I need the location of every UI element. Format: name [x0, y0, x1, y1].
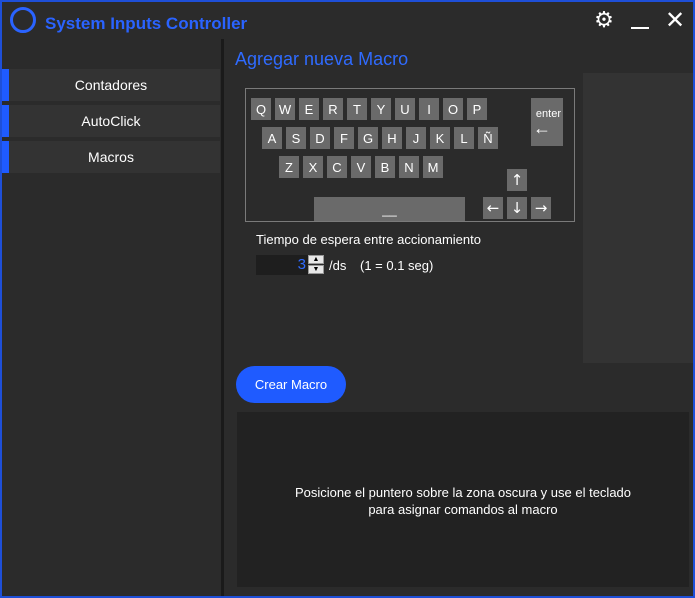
key-x[interactable]: X [303, 156, 323, 178]
sidebar-item-macros[interactable]: Macros [2, 141, 220, 173]
stepper-down-button[interactable]: ▼ [308, 265, 324, 274]
sidebar-item-label: AutoClick [81, 113, 141, 129]
app-logo-icon [10, 7, 36, 33]
delay-unit: /ds [329, 258, 347, 273]
key-q[interactable]: Q [251, 98, 271, 120]
key-k[interactable]: K [430, 127, 450, 149]
arrow-down-key[interactable]: ↓ [507, 197, 527, 219]
key-w[interactable]: W [275, 98, 295, 120]
key-z[interactable]: Z [279, 156, 299, 178]
key-v[interactable]: V [351, 156, 371, 178]
delay-hint: (1 = 0.1 seg) [360, 258, 434, 273]
key-y[interactable]: Y [371, 98, 391, 120]
title-bar: System Inputs Controller ⚙ ✕ [2, 2, 693, 38]
key-j[interactable]: J [406, 127, 426, 149]
delay-input[interactable]: 3 [256, 255, 308, 275]
macro-list-panel [583, 73, 693, 363]
sidebar-item-label: Macros [88, 149, 134, 165]
key-r[interactable]: R [323, 98, 343, 120]
arrow-up-key[interactable]: ↑ [507, 169, 527, 191]
key-m[interactable]: M [423, 156, 443, 178]
delay-label: Tiempo de espera entre accionamiento [256, 232, 481, 247]
stepper-up-button[interactable]: ▲ [308, 255, 324, 264]
virtual-keyboard: Q W E R T Y U I O P enter ← A S D F G H … [245, 88, 575, 222]
sidebar: Contadores AutoClick Macros [2, 39, 220, 596]
active-indicator [2, 105, 9, 137]
create-macro-button[interactable]: Crear Macro [236, 366, 346, 403]
key-c[interactable]: C [327, 156, 347, 178]
key-l[interactable]: L [454, 127, 474, 149]
gear-icon[interactable]: ⚙ [591, 7, 617, 33]
key-t[interactable]: T [347, 98, 367, 120]
app-window: System Inputs Controller ⚙ ✕ Contadores … [2, 2, 693, 596]
main-panel: Agregar nueva Macro Q W E R T Y U I O P … [224, 39, 693, 596]
key-d[interactable]: D [310, 127, 330, 149]
delay-stepper: ▲ ▼ [308, 255, 324, 275]
capture-instruction-line1: Posicione el puntero sobre la zona oscur… [294, 485, 632, 500]
key-n[interactable]: N [399, 156, 419, 178]
key-i[interactable]: I [419, 98, 439, 120]
minimize-icon[interactable] [627, 7, 653, 33]
enter-arrow-icon: ← [533, 118, 551, 138]
active-indicator [2, 141, 9, 173]
key-e[interactable]: E [299, 98, 319, 120]
arrow-right-key[interactable]: → [531, 197, 551, 219]
key-a[interactable]: A [262, 127, 282, 149]
key-b[interactable]: B [375, 156, 395, 178]
key-u[interactable]: U [395, 98, 415, 120]
key-p[interactable]: P [467, 98, 487, 120]
key-s[interactable]: S [286, 127, 306, 149]
app-title: System Inputs Controller [45, 14, 248, 33]
sidebar-item-contadores[interactable]: Contadores [2, 69, 220, 101]
arrow-left-key[interactable]: ← [483, 197, 503, 219]
key-h[interactable]: H [382, 127, 402, 149]
sidebar-item-autoclick[interactable]: AutoClick [2, 105, 220, 137]
active-indicator [2, 69, 9, 101]
page-title: Agregar nueva Macro [235, 49, 409, 69]
key-enter[interactable]: enter ← [531, 98, 563, 146]
key-f[interactable]: F [334, 127, 354, 149]
close-icon[interactable]: ✕ [662, 7, 688, 33]
key-space[interactable]: __ [314, 197, 465, 221]
sidebar-item-label: Contadores [74, 77, 148, 93]
key-g[interactable]: G [358, 127, 378, 149]
capture-instruction-line2: para asignar comandos al macro [368, 502, 558, 517]
key-enye[interactable]: Ñ [478, 127, 498, 149]
key-o[interactable]: O [443, 98, 463, 120]
macro-capture-zone[interactable]: Posicione el puntero sobre la zona oscur… [237, 412, 689, 587]
